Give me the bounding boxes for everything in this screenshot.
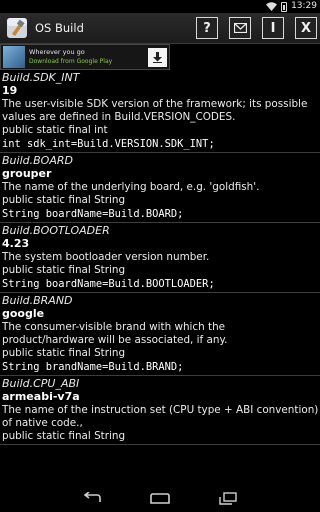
status-time: 13:29 [291,1,317,11]
ad-title: Wherever you go [29,48,85,56]
email-icon [233,23,247,33]
ad-download-button[interactable] [148,48,167,67]
recent-apps-button[interactable] [218,491,238,505]
wifi-icon [266,2,278,11]
list-item: Build.BOARD grouper The name of the unde… [0,153,320,223]
entry-code: String boardName=Build.BOARD; [2,208,184,220]
entry-description: The system bootloader version number. [2,251,210,263]
navigation-bar [0,484,320,512]
help-button[interactable]: ? [196,17,218,39]
action-buttons: ? I X [196,17,317,39]
app-icon [6,17,28,39]
home-button[interactable] [150,491,170,505]
list-item: Build.SDK_INT 19 The user-visible SDK ve… [0,70,320,153]
exit-button[interactable]: X [295,17,317,39]
back-button[interactable] [82,491,102,505]
ad-text: Wherever you go Download from Google Pla… [29,48,112,66]
list-item: Build.CPU_ABI armeabi-v7a The name of th… [0,376,320,445]
ad-banner[interactable]: Wherever you go Download from Google Pla… [0,44,170,70]
info-button[interactable]: I [262,17,284,39]
status-bar: 13:29 [0,0,320,13]
back-icon [83,492,101,502]
entry-code: String boardName=Build.BOOTLOADER; [2,278,215,290]
entry-value: 4.23 [2,237,30,250]
entry-value: grouper [2,167,52,180]
entry-name: Build.BOARD [2,154,73,167]
entry-name: Build.SDK_INT [2,71,80,84]
battery-icon [281,1,288,12]
entry-declaration: public static final String [2,430,126,442]
home-icon [150,492,170,504]
entry-value: google [2,307,45,320]
action-bar: OS Build ? I X [0,13,320,44]
entry-code: String brandName=Build.BRAND; [2,361,184,373]
entry-description: The name of the instruction set (CPU typ… [2,404,319,429]
entry-name: Build.CPU_ABI [2,377,80,390]
entry-value: armeabi-v7a [2,390,80,403]
entry-code: int sdk_int=Build.VERSION.SDK_INT; [2,138,215,150]
ad-subtitle: Download from Google Play [29,58,113,65]
app-title: OS Build [35,21,84,35]
entry-name: Build.BRAND [2,294,73,307]
build-info-list[interactable]: Build.SDK_INT 19 The user-visible SDK ve… [0,70,320,484]
list-item: Build.BRAND google The consumer-visible … [0,293,320,376]
recent-apps-icon [219,491,237,505]
email-button[interactable] [229,17,251,39]
entry-declaration: public static final int [2,124,108,136]
list-item: Build.BOOTLOADER 4.23 The system bootloa… [0,223,320,293]
ad-image [3,46,25,68]
entry-description: The consumer-visible brand with which th… [2,321,228,346]
entry-name: Build.BOOTLOADER [2,224,110,237]
entry-declaration: public static final String [2,347,126,359]
entry-description: The user-visible SDK version of the fram… [2,98,308,123]
download-icon [153,52,162,63]
entry-value: 19 [2,84,18,97]
entry-declaration: public static final String [2,264,126,276]
entry-description: The name of the underlying board, e.g. '… [2,181,260,193]
entry-declaration: public static final String [2,194,126,206]
